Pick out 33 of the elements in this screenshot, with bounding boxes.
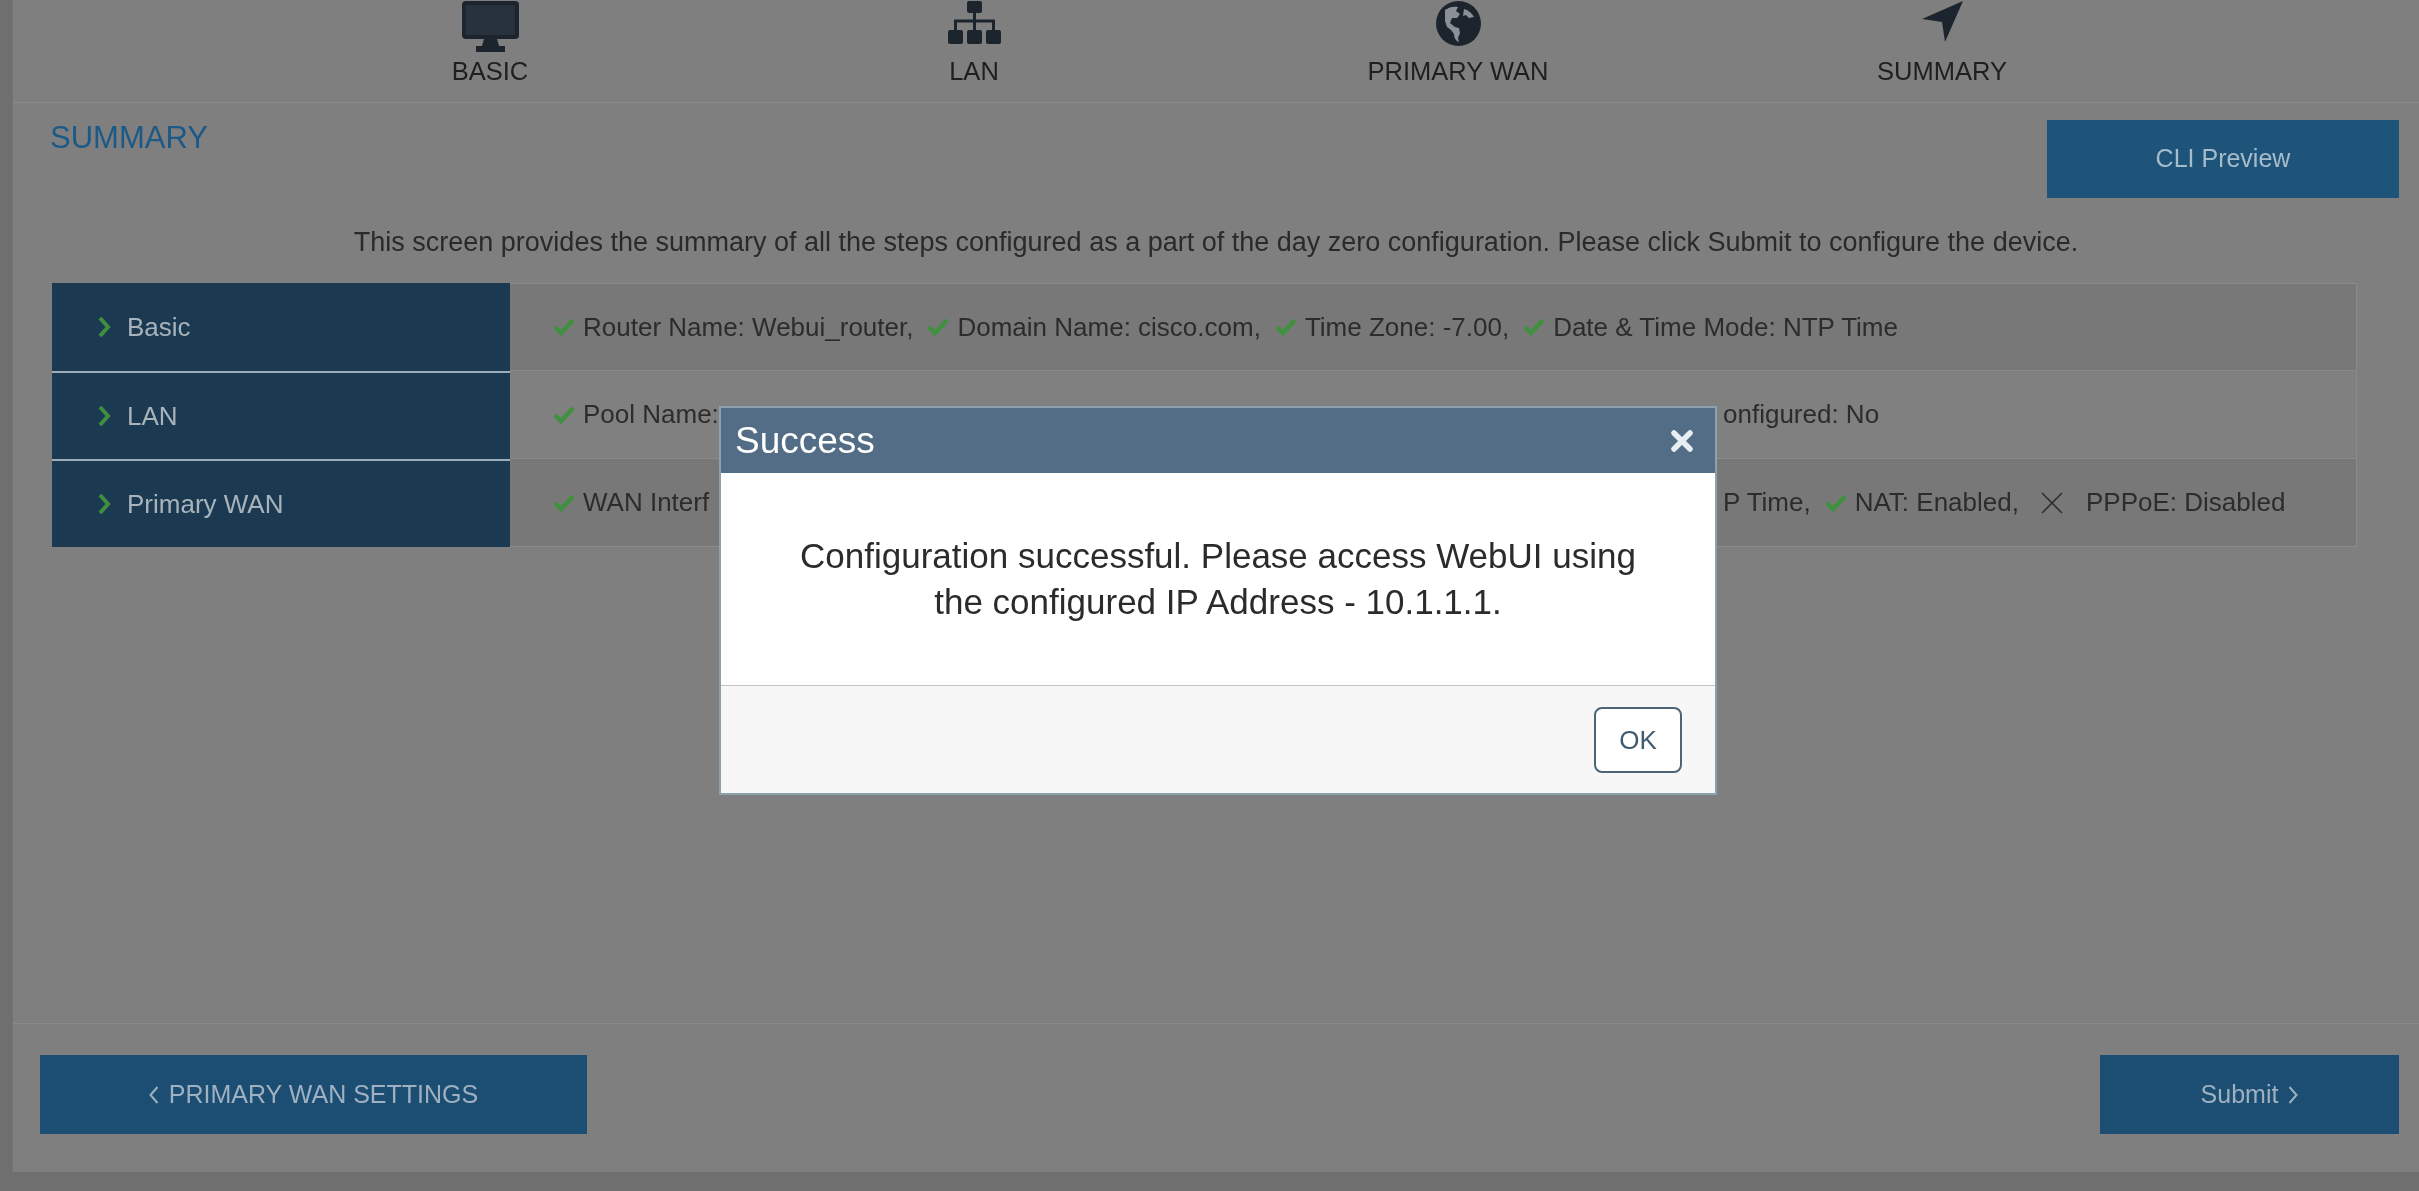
wizard-step[interactable]: SUMMARY: [1700, 0, 2184, 86]
section-toggle[interactable]: Primary WAN: [52, 459, 510, 547]
section-toggle[interactable]: LAN: [52, 371, 510, 459]
setting-text: P Time,: [1723, 486, 1811, 519]
setting-text: Time Zone: -7.00,: [1304, 310, 1510, 344]
navigation-arrow-icon: [1921, 1, 1963, 42]
setting-text: Domain Name: cisco.com,: [957, 310, 1261, 344]
monitor-icon: [461, 1, 519, 52]
setting-text: Date & Time Mode: NTP Time: [1553, 310, 1898, 344]
submit-button[interactable]: Submit: [2100, 1055, 2399, 1134]
chevron-left-icon: [148, 1085, 159, 1104]
chevron-right-icon: [2288, 1085, 2299, 1104]
setting-text: WAN Interf: [583, 486, 710, 519]
close-icon: [1671, 429, 1693, 452]
setting-text: Router Name: Webui_router,: [583, 310, 914, 344]
setting-text: NAT: Enabled,: [1854, 486, 2019, 519]
page-heading: SUMMARY: [50, 120, 208, 156]
cli-preview-button[interactable]: CLI Preview: [2047, 120, 2399, 198]
setting-text: onfigured: No: [1723, 398, 1880, 431]
ok-button[interactable]: OK: [1594, 707, 1682, 773]
wizard-step[interactable]: PRIMARY WAN: [1216, 0, 1700, 86]
close-button[interactable]: [1671, 429, 1693, 452]
back-button[interactable]: PRIMARY WAN SETTINGS: [40, 1055, 587, 1134]
section-toggle[interactable]: Basic: [52, 283, 510, 371]
setting-text: PPPoE: Disabled: [2085, 486, 2286, 519]
description-text: This screen provides the summary of all the steps configured as a part of the day zero configuration. Please click Submit to configure the device.: [352, 227, 2080, 257]
dialog-message: Configuration successful. Please access WebUI using the configured IP Address - 10.1.1.1.: [799, 535, 1637, 623]
wizard-step[interactable]: LAN: [732, 0, 1216, 86]
dialog-title: Success: [735, 419, 875, 462]
sitemap-icon: [947, 1, 1001, 44]
globe-icon: [1435, 1, 1481, 46]
wizard-step[interactable]: BASIC: [248, 0, 732, 86]
setting-text: Pool Name:: [583, 398, 719, 431]
